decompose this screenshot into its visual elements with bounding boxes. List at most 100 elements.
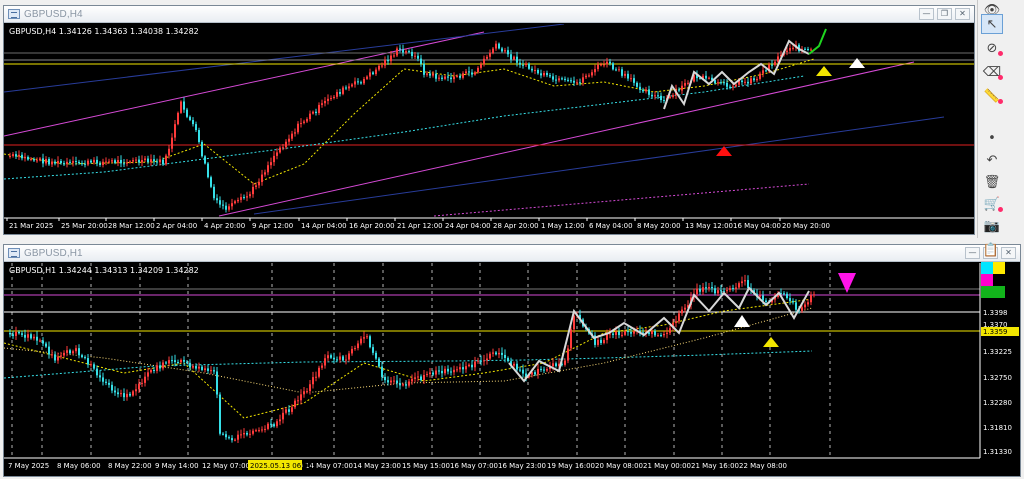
candle-body — [525, 63, 527, 66]
candle-body — [408, 51, 410, 53]
candle-body — [18, 154, 20, 157]
candle-body — [30, 334, 32, 339]
candle-body — [285, 141, 287, 148]
candle-body — [219, 200, 221, 205]
candle-body — [540, 73, 542, 76]
candle-body — [195, 366, 197, 369]
candle-body — [684, 83, 686, 86]
candle-body — [474, 361, 476, 368]
candle-body — [717, 82, 719, 84]
candle-body — [126, 393, 128, 398]
ruler-icon[interactable]: 📏 — [981, 86, 1003, 106]
candle-body — [186, 361, 188, 363]
candle-body — [345, 359, 347, 361]
candle-body — [138, 159, 140, 163]
candle-body — [384, 376, 386, 381]
color-swatch[interactable] — [993, 286, 1005, 298]
close-button[interactable]: ✕ — [955, 8, 970, 20]
candle-body — [726, 290, 728, 292]
chart-canvas-h1[interactable]: 1.33981.33701.33591.332251.327501.322801… — [4, 263, 1020, 476]
candle-body — [294, 400, 296, 408]
cursor-icon[interactable]: ↖ — [981, 14, 1003, 34]
candle-body — [267, 165, 269, 173]
candle-body — [786, 50, 788, 53]
candle-body — [483, 360, 485, 362]
candle-body — [537, 368, 539, 375]
candle-body — [501, 352, 503, 355]
candle-body — [708, 287, 710, 289]
clipboard-icon[interactable]: 📋 — [980, 240, 1002, 260]
candle-body — [807, 49, 809, 51]
trash-icon[interactable]: 🗑 — [981, 172, 1003, 192]
candle-body — [312, 111, 314, 114]
time-label: 16 May 23:00 — [498, 462, 546, 470]
candle-body — [207, 163, 209, 178]
color-swatch[interactable] — [993, 274, 1005, 286]
price-label: 1.31810 — [983, 424, 1012, 432]
candle-body — [12, 334, 14, 336]
pen-off-icon[interactable]: ⊘ — [981, 38, 1003, 58]
candle-body — [192, 366, 194, 368]
candle-body — [546, 72, 548, 76]
chart-canvas-h4[interactable]: 21 Mar 2025 25 Mar 20:00 28 Mar 12:00 2 Apr… — [4, 24, 974, 234]
candle-body — [159, 365, 161, 369]
color-swatch[interactable] — [981, 274, 993, 286]
candle-body — [393, 55, 395, 57]
candle-body — [630, 78, 632, 80]
candle-body — [129, 393, 131, 396]
candle-body — [468, 364, 470, 367]
chart-plot-h4[interactable]: 21 Mar 2025 25 Mar 20:00 28 Mar 12:00 2 Apr… — [4, 24, 974, 234]
trend-line — [4, 31, 485, 137]
candle-body — [381, 65, 383, 67]
candle-body — [759, 73, 761, 79]
candle-body — [435, 73, 437, 79]
candle-body — [789, 298, 791, 301]
candle-body — [306, 119, 308, 122]
restore-button[interactable]: ❐ — [937, 8, 952, 20]
candle-body — [27, 334, 29, 338]
chart-plot-h1[interactable]: 1.3398 1.3370 1.3359 1.33225 1.32750 1.32280 1… — [4, 263, 1020, 476]
chart-titlebar-h1[interactable]: GBPUSD,H1 — ❐ ✕ — [4, 245, 1020, 262]
cart-icon[interactable]: 🛒 — [981, 194, 1003, 214]
moving-average-line — [4, 298, 813, 419]
color-swatch[interactable] — [981, 286, 993, 298]
candle-body — [432, 372, 434, 375]
close-button[interactable]: ✕ — [1001, 247, 1016, 259]
candle-body — [729, 288, 731, 291]
minimize-button[interactable]: — — [919, 8, 934, 20]
candle-body — [96, 368, 98, 376]
candle-body — [240, 197, 242, 200]
candle-body — [243, 432, 245, 435]
candle-body — [375, 352, 377, 359]
camera-icon[interactable]: 📷 — [981, 216, 1003, 236]
color-swatch[interactable] — [993, 262, 1005, 274]
candle-body — [567, 348, 569, 361]
color-swatch[interactable] — [981, 262, 993, 274]
chart-titlebar-h4[interactable]: GBPUSD,H4 — ❐ ✕ — [4, 6, 974, 23]
candle-body — [96, 159, 98, 164]
candle-body — [804, 48, 806, 50]
candle-body — [423, 63, 425, 75]
candle-body — [213, 186, 215, 199]
chart-window-h4[interactable]: GBPUSD,H4 — ❐ ✕ 21 Mar 2025 25 Mar 20:00 2… — [3, 5, 975, 235]
candle-body — [144, 376, 146, 383]
candle-body — [489, 353, 491, 359]
candle-body — [654, 330, 656, 336]
candle-body — [150, 370, 152, 373]
undo-icon[interactable]: ↶ — [981, 150, 1003, 170]
candle-body — [225, 434, 227, 438]
candle-body — [159, 159, 161, 163]
candle-body — [420, 58, 422, 64]
eraser-icon[interactable]: ⌫ — [981, 62, 1003, 82]
chart-window-h1[interactable]: GBPUSD,H1 — ❐ ✕ 1.3398 1.3370 1.3359 1.3322… — [3, 244, 1021, 477]
time-label: 21 Mar 2025 — [9, 222, 53, 230]
candle-body — [351, 348, 353, 354]
minimize-button[interactable]: — — [965, 247, 980, 259]
candle-body — [732, 288, 734, 290]
candle-body — [663, 100, 665, 102]
candle-body — [642, 89, 644, 92]
dot-icon[interactable]: • — [981, 128, 1003, 148]
candle-body — [165, 155, 167, 165]
candle-body — [129, 161, 131, 163]
candle-body — [282, 412, 284, 420]
